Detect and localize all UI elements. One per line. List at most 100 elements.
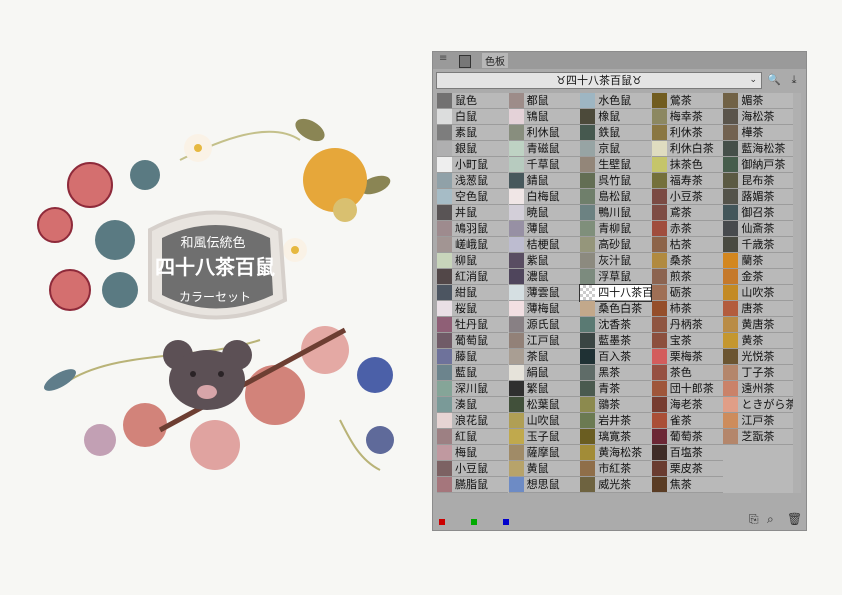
color-cell[interactable]: 葡萄鼠	[437, 333, 508, 349]
color-cell[interactable]: 空色鼠	[437, 189, 508, 205]
color-cell[interactable]: 鶯茶	[651, 93, 723, 109]
color-cell[interactable]: ときがら茶	[723, 397, 796, 413]
color-cell[interactable]: 薄梅鼠	[508, 301, 580, 317]
color-cell[interactable]: 梅幸茶	[651, 109, 723, 125]
color-cell[interactable]: 黄海松茶	[580, 445, 652, 461]
color-cell[interactable]: 威光茶	[580, 477, 652, 493]
color-cell[interactable]: 高砂鼠	[580, 237, 652, 253]
color-cell[interactable]: 栗梅茶	[651, 349, 723, 365]
color-cell[interactable]: 焦茶	[651, 477, 723, 493]
color-cell[interactable]: 鉄鼠	[580, 125, 652, 141]
color-cell[interactable]: 利休鼠	[508, 125, 580, 141]
color-cell[interactable]: 玉子鼠	[508, 429, 580, 445]
color-cell[interactable]: 鳶茶	[651, 205, 723, 221]
color-cell[interactable]: 暁鼠	[508, 205, 580, 221]
color-cell[interactable]: 樺茶	[723, 125, 795, 141]
search-settings-icon[interactable]: 🔍	[766, 72, 782, 88]
color-cell[interactable]: 青茶	[580, 381, 652, 397]
color-cell[interactable]: 沈香茶	[580, 317, 652, 333]
color-cell[interactable]: 紅鼠	[437, 429, 508, 445]
color-cell[interactable]: 団十郎茶	[651, 381, 723, 397]
color-cell[interactable]: 江戸鼠	[508, 333, 580, 349]
color-cell[interactable]: 丹柄茶	[651, 317, 723, 333]
color-cell[interactable]: 湊鼠	[437, 397, 508, 413]
color-cell[interactable]: 浪花鼠	[437, 413, 508, 429]
menu-icon[interactable]: ≡	[439, 53, 447, 64]
color-cell[interactable]: 仙斎茶	[723, 221, 795, 237]
color-cell[interactable]: 嵯峨鼠	[437, 237, 508, 253]
color-cell[interactable]: 桑茶	[651, 253, 723, 269]
color-cell[interactable]: 深川鼠	[437, 381, 508, 397]
color-cell[interactable]: 利休白茶	[651, 141, 723, 157]
trash-icon[interactable]: 🗑	[787, 512, 802, 526]
color-cell[interactable]: 桜鼠	[437, 301, 508, 317]
color-cell[interactable]: 抹茶色	[651, 157, 723, 173]
color-cell[interactable]: 桔梗鼠	[508, 237, 580, 253]
color-cell[interactable]: 光悦茶	[723, 349, 795, 365]
color-set-tab-icon[interactable]	[459, 55, 471, 68]
color-cell[interactable]: 橡鼠	[580, 109, 652, 125]
color-cell[interactable]: 芝翫茶	[723, 429, 795, 445]
color-cell[interactable]: 枯茶	[651, 237, 723, 253]
color-cell[interactable]: 御召茶	[723, 205, 795, 221]
color-cell[interactable]: 小町鼠	[437, 157, 508, 173]
color-cell[interactable]: 薄雲鼠	[508, 285, 580, 301]
color-cell[interactable]: 蕗媚茶	[723, 189, 795, 205]
color-cell[interactable]: 煎茶	[651, 269, 723, 285]
color-cell[interactable]: 黑茶	[580, 365, 652, 381]
color-cell[interactable]: 灰汁鼠	[580, 253, 652, 269]
color-cell[interactable]: 薩摩鼠	[508, 445, 580, 461]
color-cell[interactable]: 小豆茶	[651, 189, 723, 205]
color-cell[interactable]: 砺茶	[651, 285, 723, 301]
color-cell[interactable]: 水色鼠	[580, 93, 652, 109]
color-cell[interactable]: 柳鼠	[437, 253, 508, 269]
color-cell[interactable]: 葡萄茶	[651, 429, 723, 445]
color-cell[interactable]: 茶色	[651, 365, 723, 381]
color-cell[interactable]: 丁子茶	[723, 365, 795, 381]
color-cell[interactable]: 百入茶	[580, 349, 652, 365]
color-cell[interactable]: 都鼠	[508, 93, 580, 109]
color-cell[interactable]: 浮草鼠	[580, 269, 652, 285]
color-cell[interactable]: 鼠色	[437, 93, 508, 109]
color-cell[interactable]: 宝茶	[651, 333, 723, 349]
color-cell[interactable]: 璃寛茶	[580, 429, 652, 445]
color-cell[interactable]: 絹鼠	[508, 365, 580, 381]
color-cell[interactable]: 生壁鼠	[580, 157, 652, 173]
color-cell[interactable]: 茶鼠	[508, 349, 580, 365]
color-cell[interactable]: 京鼠	[580, 141, 652, 157]
color-cell[interactable]: 栗皮茶	[651, 461, 723, 477]
color-cell[interactable]: 鴇鼠	[508, 109, 580, 125]
color-cell[interactable]: 銀鼠	[437, 141, 508, 157]
color-cell[interactable]: 金茶	[723, 269, 795, 285]
color-cell[interactable]: 山吹鼠	[508, 413, 580, 429]
tab-color-set[interactable]: 色板	[482, 53, 508, 68]
color-cell[interactable]: 百塩茶	[651, 445, 723, 461]
color-cell[interactable]: 鳩羽鼠	[437, 221, 508, 237]
scrollbar[interactable]	[793, 93, 801, 493]
color-cell[interactable]: 梅鼠	[437, 445, 508, 461]
color-cell[interactable]: 想思鼠	[508, 477, 580, 493]
color-cell[interactable]: 藍墨茶	[580, 333, 652, 349]
color-cell[interactable]: 千歳茶	[723, 237, 795, 253]
color-cell[interactable]: 御納戸茶	[723, 157, 795, 173]
color-cell[interactable]: 小豆鼠	[437, 461, 508, 477]
color-cell[interactable]: 紺鼠	[437, 285, 508, 301]
color-cell[interactable]: 昆布茶	[723, 173, 795, 189]
color-cell[interactable]: 呉竹鼠	[580, 173, 652, 189]
color-cell[interactable]: 蘭茶	[723, 253, 795, 269]
color-cell[interactable]: 遠州茶	[723, 381, 795, 397]
color-cell[interactable]: 松葉鼠	[508, 397, 580, 413]
color-cell[interactable]: 紅消鼠	[437, 269, 508, 285]
color-cell[interactable]: 海老茶	[651, 397, 723, 413]
import-icon[interactable]: ⤓	[786, 72, 802, 88]
color-cell[interactable]: 臙脂鼠	[437, 477, 508, 493]
color-cell[interactable]: 藍海松茶	[723, 141, 795, 157]
color-cell[interactable]: 岩井茶	[580, 413, 652, 429]
color-cell[interactable]: 鶸茶	[580, 397, 652, 413]
color-cell[interactable]: 繁鼠	[508, 381, 580, 397]
color-cell[interactable]: 桑色白茶	[580, 301, 652, 317]
color-cell[interactable]: 白鼠	[437, 109, 508, 125]
color-cell[interactable]: 青磁鼠	[508, 141, 580, 157]
color-cell[interactable]: 藍鼠	[437, 365, 508, 381]
color-cell[interactable]: 素鼠	[437, 125, 508, 141]
